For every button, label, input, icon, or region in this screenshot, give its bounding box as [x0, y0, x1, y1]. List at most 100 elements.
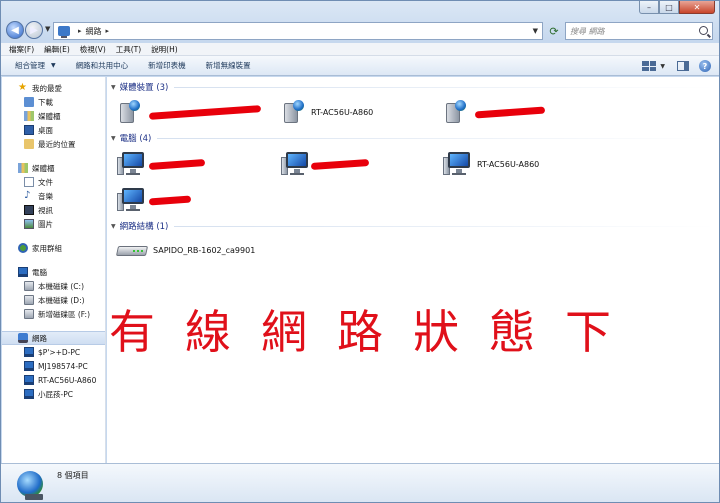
nav-computer[interactable]: 電腦	[2, 265, 105, 279]
nav-favorites-label: 我的最愛	[32, 83, 62, 93]
breadcrumb-network[interactable]: 網路	[86, 26, 102, 37]
computer-icon	[24, 375, 34, 385]
toolbar-right: ▼ ?	[642, 56, 719, 76]
refresh-button[interactable]: ⟳	[546, 22, 562, 40]
chevron-down-icon: ▼	[51, 62, 56, 69]
nav-libraries[interactable]: 媒體櫃	[2, 161, 105, 175]
menu-help[interactable]: 說明(H)	[151, 44, 178, 55]
address-bar[interactable]: ▸ 網路 ▸ ▼	[53, 22, 543, 40]
recent-places-icon	[24, 139, 34, 149]
network-center-button[interactable]: 網路和共用中心	[76, 60, 129, 71]
search-icon[interactable]	[699, 26, 708, 35]
disk-icon	[24, 309, 34, 319]
arrow-left-icon: ◀	[11, 24, 19, 36]
group-media-devices[interactable]: ▼ 媒體裝置 (3)	[107, 81, 715, 93]
media-device-3[interactable]	[443, 97, 546, 127]
nav-item-label: MJ198574-PC	[38, 361, 88, 371]
homegroup-icon	[18, 243, 28, 253]
tile-label: RT-AC56U-A860	[311, 107, 374, 117]
nav-favorites[interactable]: ★ 我的最愛	[2, 81, 105, 95]
recent-pages-dropdown[interactable]: ▼	[45, 25, 50, 33]
media-device-icon	[117, 99, 141, 125]
search-box[interactable]	[565, 22, 713, 40]
organize-label: 組合管理	[15, 61, 45, 70]
forward-button[interactable]: ▶	[25, 21, 43, 39]
back-button[interactable]: ◀	[6, 21, 24, 39]
annotation-overlay-text: 有線網路狀態下	[109, 305, 641, 359]
library-icon	[24, 111, 34, 121]
computer-icon	[24, 389, 34, 399]
network-icon	[18, 333, 28, 343]
menu-edit[interactable]: 編輯(E)	[44, 44, 70, 55]
nav-library[interactable]: 媒體櫃	[2, 109, 105, 123]
nav-downloads[interactable]: 下載	[2, 95, 105, 109]
details-pane: 8 個項目	[1, 463, 719, 502]
computer-icon	[24, 347, 34, 357]
nav-network-pc-2[interactable]: MJ198574-PC	[2, 359, 105, 373]
maximize-button[interactable]: □	[659, 1, 679, 14]
add-wireless-button[interactable]: 新增無線裝置	[206, 60, 251, 71]
media-device-2[interactable]: RT-AC56U-A860	[281, 97, 373, 127]
computer-icon	[18, 267, 28, 277]
network-icon	[58, 26, 70, 38]
nav-computer-label: 電腦	[32, 267, 47, 277]
desktop-icon	[24, 125, 34, 135]
nav-music[interactable]: ♪ 音樂	[2, 189, 105, 203]
menu-tools[interactable]: 工具(T)	[116, 44, 141, 55]
help-icon[interactable]: ?	[699, 60, 711, 72]
media-device-1[interactable]	[117, 97, 262, 127]
breadcrumb-separator-icon[interactable]: ▸	[78, 27, 82, 35]
nav-item-label: 最近的位置	[38, 139, 76, 149]
nav-item-label: 桌面	[38, 125, 53, 135]
computer-1[interactable]	[117, 149, 206, 179]
breadcrumb-separator-icon[interactable]: ▸	[106, 27, 110, 35]
nav-homegroup-label: 家用群組	[32, 243, 62, 253]
nav-network[interactable]: 網路	[2, 331, 105, 345]
router-icon	[115, 243, 149, 257]
menu-file[interactable]: 檔案(F)	[9, 44, 34, 55]
nav-network-pc-1[interactable]: $P'>+D-PC	[2, 345, 105, 359]
nav-network-pc-3[interactable]: RT-AC56U-A860	[2, 373, 105, 387]
nav-item-label: 文件	[38, 177, 53, 187]
disk-icon	[24, 295, 34, 305]
add-printer-button[interactable]: 新增印表機	[148, 60, 186, 71]
nav-videos[interactable]: 視訊	[2, 203, 105, 217]
group-computers[interactable]: ▼ 電腦 (4)	[107, 132, 715, 144]
arrow-right-icon: ▶	[30, 24, 38, 36]
search-input[interactable]	[570, 26, 690, 36]
computer-2[interactable]	[281, 149, 370, 179]
view-options-icon[interactable]	[642, 61, 657, 71]
nav-documents[interactable]: 文件	[2, 175, 105, 189]
video-icon	[24, 205, 34, 215]
nav-recent-places[interactable]: 最近的位置	[2, 137, 105, 151]
close-button[interactable]: ✕	[679, 1, 715, 14]
nav-pictures[interactable]: 圖片	[2, 217, 105, 231]
libraries-icon	[18, 163, 28, 173]
music-icon: ♪	[24, 190, 31, 201]
nav-item-label: RT-AC56U-A860	[38, 375, 97, 385]
nav-item-label: 本機磁碟 (C:)	[38, 281, 84, 291]
address-dropdown-icon[interactable]: ▼	[533, 27, 538, 35]
nav-disk-c[interactable]: 本機磁碟 (C:)	[2, 279, 105, 293]
computer-4[interactable]	[117, 185, 192, 215]
computer-3[interactable]: RT-AC56U-A860	[443, 149, 539, 179]
computer-icon	[24, 361, 34, 371]
view-dropdown-icon[interactable]: ▼	[660, 63, 665, 70]
preview-pane-icon[interactable]	[677, 61, 689, 71]
nav-disk-f[interactable]: 新增磁碟區 (F:)	[2, 307, 105, 321]
menu-view[interactable]: 檢視(V)	[80, 44, 106, 55]
organize-button[interactable]: 組合管理 ▼	[15, 60, 56, 71]
nav-desktop[interactable]: 桌面	[2, 123, 105, 137]
group-network-infrastructure[interactable]: ▼ 網路結構 (1)	[107, 220, 715, 232]
nav-network-label: 網路	[32, 333, 47, 343]
network-center-label: 網路和共用中心	[75, 61, 129, 70]
minimize-button[interactable]: –	[639, 1, 659, 14]
group-label: 媒體裝置 (3)	[119, 83, 169, 93]
media-device-icon	[281, 99, 305, 125]
nav-network-pc-4[interactable]: 小屁孩-PC	[2, 387, 105, 401]
router-device[interactable]: SAPIDO_RB-1602_ca9901	[115, 235, 255, 265]
nav-disk-d[interactable]: 本機磁碟 (D:)	[2, 293, 105, 307]
nav-homegroup[interactable]: 家用群組	[2, 241, 105, 255]
computer-icon	[117, 151, 145, 177]
nav-item-label: 媒體櫃	[38, 111, 61, 121]
